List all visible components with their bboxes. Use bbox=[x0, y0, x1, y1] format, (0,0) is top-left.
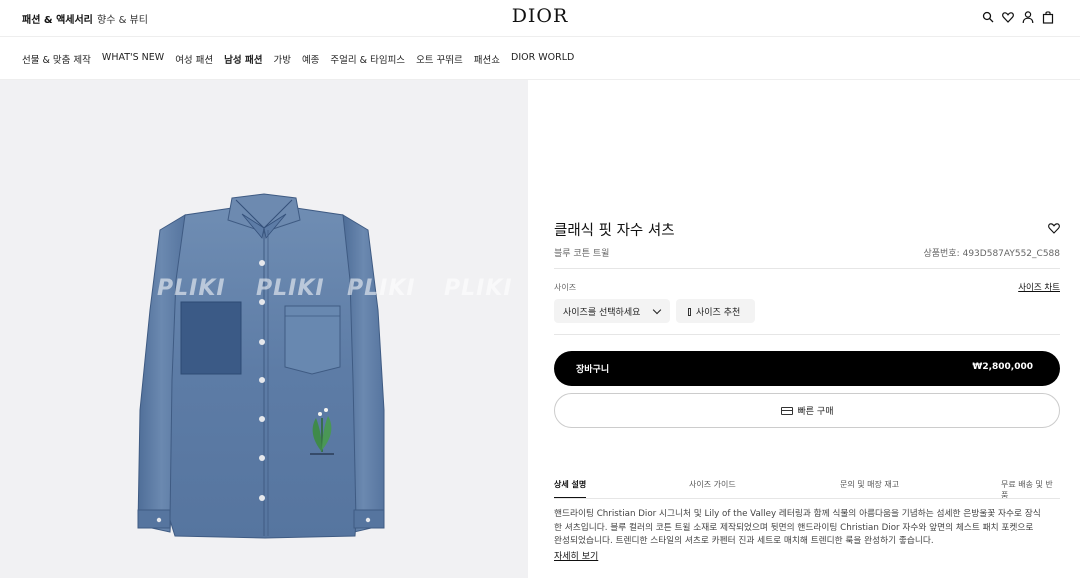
quick-buy-button[interactable]: 빠른 구매 bbox=[554, 393, 1060, 428]
product-price: ₩2,800,000 bbox=[972, 362, 1033, 372]
description-line: 한 셔츠입니다. 블루 컬러의 코튼 트윌 소재로 제작되었으며 뒷면의 핸드라… bbox=[554, 522, 1034, 533]
nav-item-bags[interactable]: 가방 bbox=[273, 52, 290, 66]
watermark-1: PLIKI bbox=[157, 276, 226, 301]
user-icon[interactable] bbox=[1022, 10, 1034, 24]
add-to-cart-button[interactable]: 장바구니 ₩2,800,000 bbox=[554, 351, 1060, 386]
product-sku: 상품번호: 493D587AY552_C588 bbox=[920, 246, 1060, 259]
product-description: 핸드라이팅 Christian Dior 시그니처 및 Lily of the … bbox=[554, 508, 1060, 549]
tab-description[interactable]: 상세 설명 bbox=[554, 479, 586, 490]
top-header: 패션 & 액세서리 향수 & 뷰티 DIOR bbox=[0, 0, 1080, 37]
description-line: 완성되었습니다. 트렌디한 스타일의 셔츠로 카펜터 진과 세트로 매치해 트렌… bbox=[554, 536, 934, 546]
bag-icon[interactable] bbox=[1042, 10, 1054, 24]
size-select-label: 사이즈를 선택하세요 bbox=[563, 308, 641, 318]
heart-icon[interactable] bbox=[1002, 10, 1014, 24]
ruler-icon bbox=[688, 308, 691, 316]
cart-label: 장바구니 bbox=[576, 365, 610, 375]
brand-logo[interactable]: DIOR bbox=[0, 5, 1080, 27]
size-chart-link[interactable]: 사이즈 차트 bbox=[1018, 281, 1060, 293]
search-icon[interactable] bbox=[982, 10, 994, 24]
size-recommend-button[interactable]: 사이즈 추천 bbox=[676, 299, 755, 323]
nav-item-whats-new[interactable]: WHAT'S NEW bbox=[102, 52, 164, 66]
nav-item-haute-couture[interactable]: 오트 꾸뛰르 bbox=[416, 52, 463, 66]
sku-value: 493D587AY552_C588 bbox=[962, 249, 1060, 259]
product-subtitle: 블루 코튼 트윌 bbox=[554, 249, 610, 259]
detail-tabs: 상세 설명 사이즈 가이드 문의 및 매장 재고 무료 배송 및 반품 bbox=[554, 479, 1060, 500]
credit-card-icon bbox=[780, 406, 793, 415]
nav-item-women[interactable]: 여성 패션 bbox=[175, 52, 213, 66]
tab-size-guide[interactable]: 사이즈 가이드 bbox=[689, 479, 736, 490]
divider bbox=[554, 334, 1060, 335]
product-shirt-image bbox=[137, 193, 385, 539]
nav-item-dior-world[interactable]: DIOR WORLD bbox=[511, 52, 574, 66]
size-label: 사이즈 bbox=[554, 283, 577, 292]
size-recommend-label: 사이즈 추천 bbox=[696, 308, 741, 318]
favorite-heart-icon[interactable] bbox=[1048, 222, 1060, 234]
nav-item-fashion-show[interactable]: 패션쇼 bbox=[474, 52, 500, 66]
tab-inquiry-stock[interactable]: 문의 및 매장 재고 bbox=[840, 479, 899, 490]
nav-item-men[interactable]: 남성 패션 bbox=[224, 52, 262, 66]
description-line: 핸드라이팅 Christian Dior 시그니처 및 Lily of the … bbox=[554, 509, 1041, 519]
main-nav: 선물 & 맞춤 제작 WHAT'S NEW 여성 패션 남성 패션 가방 예종 … bbox=[0, 37, 1080, 80]
tabs-divider bbox=[554, 498, 1060, 499]
size-select[interactable]: 사이즈를 선택하세요 bbox=[554, 299, 670, 323]
read-more-link[interactable]: 자세히 보기 bbox=[554, 549, 598, 562]
nav-item-gifts[interactable]: 선물 & 맞춤 제작 bbox=[22, 52, 91, 66]
sku-label: 상품번호: bbox=[923, 249, 960, 259]
watermark-4: PLIKI bbox=[444, 276, 513, 301]
watermark-2: PLIKI bbox=[256, 276, 325, 301]
header-icons bbox=[982, 10, 1054, 24]
product-image-panel[interactable]: PLIKI PLIKI PLIKI PLIKI bbox=[0, 80, 528, 578]
product-title: 클래식 핏 자수 셔츠 bbox=[554, 223, 675, 239]
watermark-3: PLIKI bbox=[347, 276, 416, 301]
chevron-down-icon bbox=[652, 305, 662, 315]
quick-buy-label: 빠른 구매 bbox=[797, 407, 834, 417]
nav-item-yejong[interactable]: 예종 bbox=[302, 52, 319, 66]
nav-item-jewelry[interactable]: 주얼리 & 타임피스 bbox=[330, 52, 405, 66]
nav-list: 선물 & 맞춤 제작 WHAT'S NEW 여성 패션 남성 패션 가방 예종 … bbox=[22, 52, 585, 66]
divider bbox=[554, 268, 1060, 269]
